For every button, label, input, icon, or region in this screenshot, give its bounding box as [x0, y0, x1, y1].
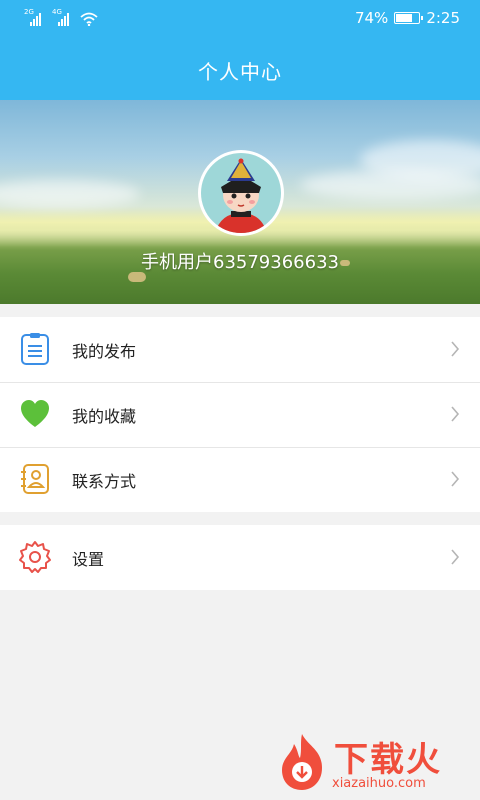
watermark-brand: 下载火 — [334, 740, 442, 780]
username: 手机用户63579366633 — [141, 252, 339, 273]
clipboard-icon — [21, 333, 49, 365]
menu-item-my-favorites[interactable]: 我的收藏 — [0, 382, 480, 447]
menu-group-main: 我的发布 我的收藏 联系方式 — [0, 317, 480, 512]
gear-icon — [19, 541, 51, 573]
status-icons-left: 2G 4G — [24, 8, 98, 26]
menu-item-label: 设置 — [72, 549, 105, 569]
battery-fill — [396, 14, 412, 22]
menu-item-label: 我的发布 — [72, 341, 137, 361]
contact-book-icon — [21, 464, 49, 494]
avatar[interactable] — [198, 150, 284, 236]
menu-group-settings: 设置 — [0, 525, 480, 590]
chevron-right-icon — [451, 471, 460, 487]
flame-logo-icon — [282, 734, 322, 790]
signal-4g-icon: 4G — [52, 8, 74, 26]
wifi-icon — [80, 12, 98, 26]
page-title: 个人中心 — [198, 59, 282, 84]
heart-icon — [21, 400, 49, 427]
battery-percent: 74% — [354, 9, 389, 27]
battery-icon — [394, 12, 424, 24]
title-bar: 个人中心 — [0, 40, 480, 100]
banner-cloud — [0, 180, 140, 208]
chevron-right-icon — [451, 549, 460, 565]
status-icons-right: 74% 2:25 — [355, 9, 460, 27]
chevron-right-icon — [451, 341, 460, 357]
chevron-right-icon — [451, 406, 460, 422]
menu-item-my-posts[interactable]: 我的发布 — [0, 317, 480, 382]
signal-2g-icon: 2G — [24, 8, 46, 26]
watermark-site: xiazaihuo.com — [332, 776, 426, 791]
menu-item-label: 联系方式 — [72, 471, 137, 491]
menu-item-settings[interactable]: 设置 — [0, 525, 480, 590]
clock: 2:25 — [426, 9, 460, 27]
watermark: 下载火 xiazaihuo.com — [274, 732, 474, 796]
status-bar: 2G 4G 74% 2:25 — [0, 0, 480, 40]
menu-item-label: 我的收藏 — [72, 406, 137, 426]
menu-item-contact[interactable]: 联系方式 — [0, 447, 480, 512]
banner-cloud — [300, 170, 480, 200]
avatar-image — [201, 153, 281, 233]
